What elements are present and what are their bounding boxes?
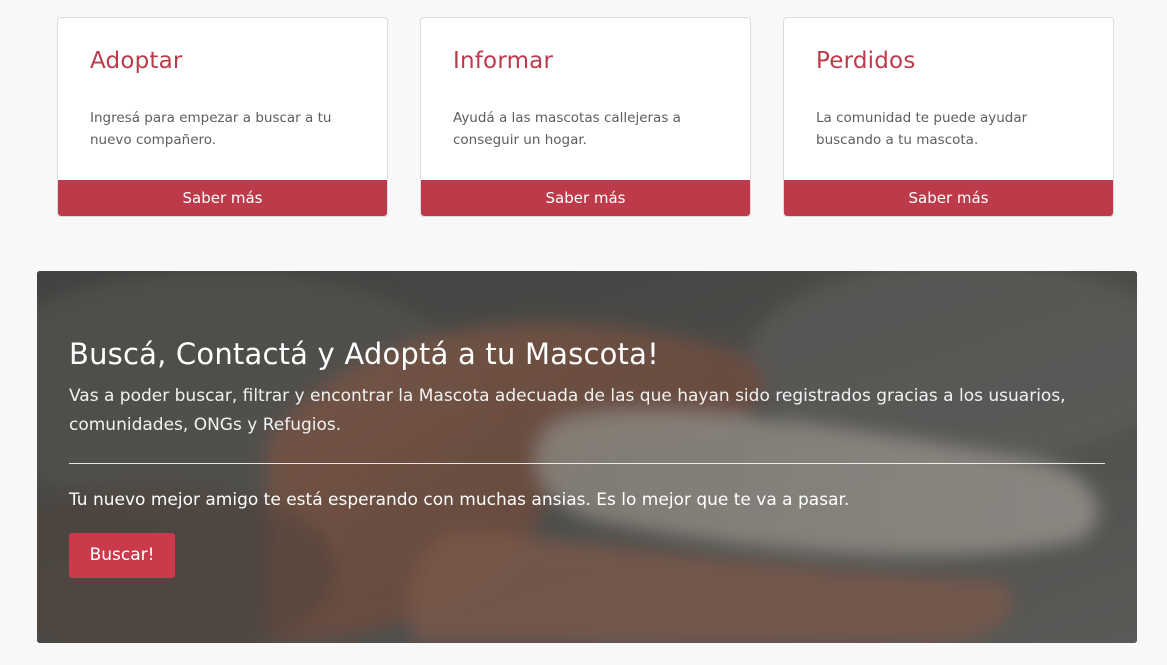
card-perdidos: Perdidos La comunidad te puede ayudar bu… (783, 17, 1114, 217)
hero-banner: Buscá, Contactá y Adoptá a tu Mascota! V… (37, 271, 1137, 643)
card-title: Informar (453, 48, 554, 74)
card-title: Perdidos (816, 48, 916, 74)
hero-lead-text: Vas a poder buscar, filtrar y encontrar … (69, 386, 1066, 435)
buscar-button[interactable]: Buscar! (69, 533, 175, 578)
card-text: La comunidad te puede ayudar buscando a … (816, 110, 1028, 148)
card-title: Adoptar (90, 48, 183, 74)
card-text: Ingresá para empezar a buscar a tu nuevo… (90, 110, 332, 148)
card-text: Ayudá a las mascotas callejeras a conseg… (453, 110, 681, 148)
card-informar: Informar Ayudá a las mascotas callejeras… (420, 17, 751, 217)
hero-divider (69, 463, 1105, 464)
saber-mas-informar-button[interactable]: Saber más (421, 180, 750, 216)
hero-dark-overlay (37, 271, 1137, 643)
saber-mas-perdidos-button[interactable]: Saber más (784, 180, 1113, 216)
saber-mas-adoptar-button[interactable]: Saber más (58, 180, 387, 216)
hero-subtext: Tu nuevo mejor amigo te está esperando c… (69, 490, 850, 510)
page: Adoptar Ingresá para empezar a buscar a … (0, 0, 1167, 665)
hero-title: Buscá, Contactá y Adoptá a tu Mascota! (69, 337, 659, 371)
card-adoptar: Adoptar Ingresá para empezar a buscar a … (57, 17, 388, 217)
